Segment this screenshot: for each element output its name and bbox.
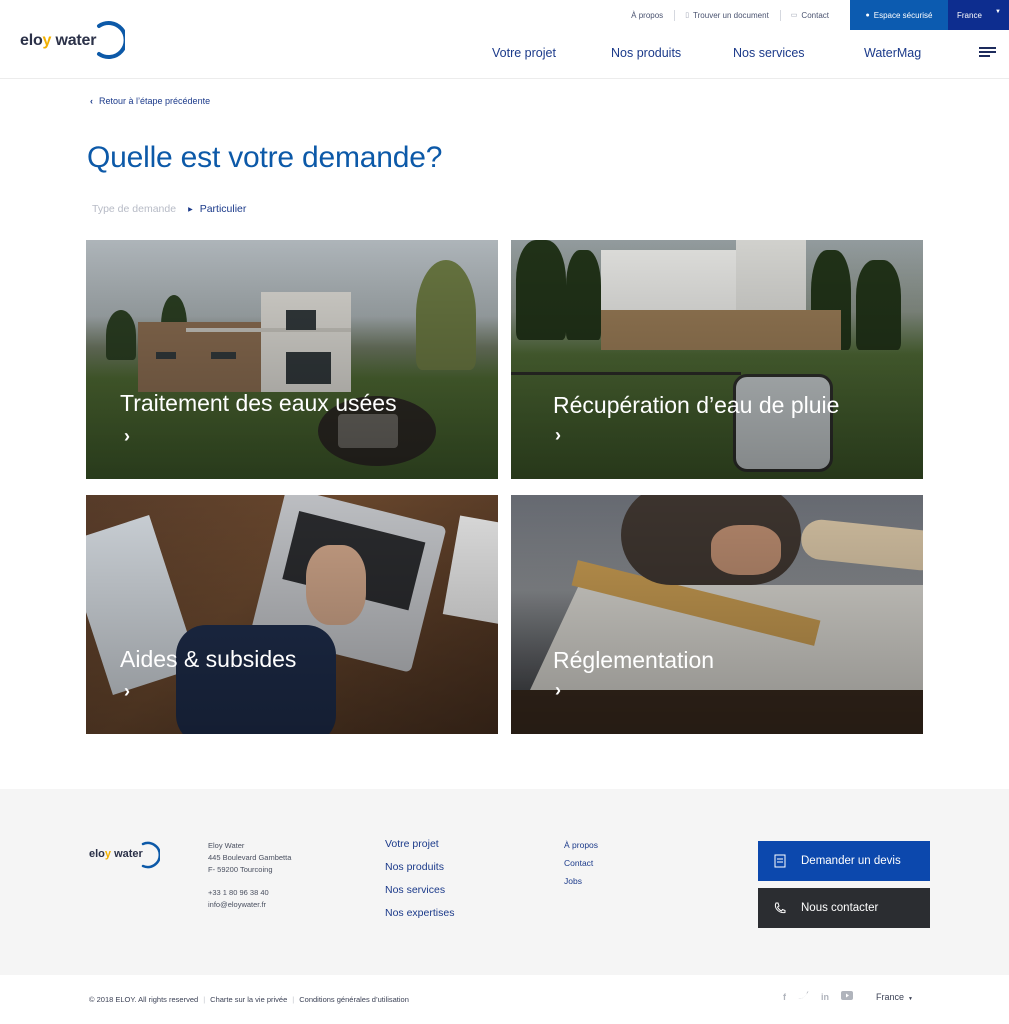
- nav-votre-projet[interactable]: Votre projet: [492, 46, 556, 60]
- site-footer: [0, 789, 1009, 975]
- back-link[interactable]: ‹ Retour à l’étape précédente: [90, 96, 210, 106]
- footer-logo[interactable]: eloy water: [89, 840, 160, 870]
- footer-link-nos-services[interactable]: Nos services: [385, 884, 454, 896]
- secure-space-button[interactable]: ● Espace sécurisé: [850, 0, 948, 30]
- tile-label: Récupération d’eau de pluie: [553, 392, 840, 418]
- chevron-left-icon: ‹: [90, 96, 93, 106]
- topbar-contact-link[interactable]: ▭ Contact: [779, 0, 840, 30]
- chevron-right-icon: ›: [555, 680, 561, 700]
- footer-link-jobs[interactable]: Jobs: [564, 876, 598, 886]
- hamburger-icon[interactable]: [979, 47, 996, 58]
- footer-link-a-propos[interactable]: À propos: [564, 840, 598, 850]
- mail-icon: ▭: [790, 12, 798, 19]
- phone-icon: [758, 901, 801, 915]
- quote-form-icon: [758, 854, 801, 868]
- address-street: 445 Boulevard Gambetta: [208, 853, 292, 862]
- contact-us-label: Nous contacter: [801, 902, 879, 914]
- footer-link-nos-expertises[interactable]: Nos expertises: [385, 907, 454, 919]
- footer-link-contact[interactable]: Contact: [564, 858, 598, 868]
- tile-regulation[interactable]: Réglementation ›: [511, 495, 923, 734]
- facebook-icon[interactable]: f: [783, 992, 786, 1002]
- logo-wordmark: eloy water: [89, 848, 143, 860]
- chevron-right-icon: ›: [555, 425, 561, 445]
- phone-number[interactable]: +33 1 80 96 38 40: [208, 887, 291, 899]
- caret-down-icon: ▼: [995, 9, 1001, 15]
- tile-grants-subsidies[interactable]: Aides & subsides ›: [86, 495, 498, 734]
- legal-links: © 2018 ELOY. All rights reserved | Chart…: [89, 995, 409, 1004]
- topbar-find-document-link[interactable]: ▯ Trouver un document: [674, 0, 780, 30]
- linkedin-icon[interactable]: in: [821, 992, 829, 1002]
- main-navigation: Votre projet Nos produits Nos services W…: [0, 46, 1009, 62]
- tile-wastewater-treatment[interactable]: Traitement des eaux usées ›: [86, 240, 498, 479]
- contact-us-button[interactable]: Nous contacter: [758, 888, 930, 928]
- address-city: F- 59200 Tourcoing: [208, 865, 273, 874]
- logo-ring-icon: [141, 841, 160, 869]
- company-name: Eloy Water: [208, 841, 245, 850]
- tile-label: Traitement des eaux usées: [120, 390, 397, 416]
- footer-address: Eloy Water 445 Boulevard Gambetta F- 592…: [208, 840, 291, 911]
- privacy-link[interactable]: Charte sur la vie privée: [210, 995, 287, 1004]
- chevron-right-icon: ›: [124, 681, 130, 701]
- twitter-icon[interactable]: [798, 991, 809, 1002]
- tile-label: Aides & subsides: [120, 646, 297, 672]
- nav-nos-produits[interactable]: Nos produits: [611, 46, 681, 60]
- tile-rainwater-recovery[interactable]: Récupération d’eau de pluie ›: [511, 240, 923, 479]
- chevron-right-icon: ›: [124, 426, 130, 446]
- breadcrumb-step-particulier: Particulier: [199, 203, 247, 215]
- nav-nos-services[interactable]: Nos services: [733, 46, 805, 60]
- page-title: Quelle est votre demande?: [87, 141, 443, 174]
- youtube-icon[interactable]: [841, 991, 853, 1002]
- nav-watermag[interactable]: WaterMag: [864, 46, 921, 60]
- social-links: f in: [783, 991, 853, 1002]
- footer-link-nos-produits[interactable]: Nos produits: [385, 861, 454, 873]
- language-selector[interactable]: France ▼: [948, 0, 1009, 30]
- footer-language-selector[interactable]: France ▼: [876, 992, 913, 1002]
- footer-links-col2: À propos Contact Jobs: [564, 840, 598, 886]
- copyright-text: © 2018 ELOY. All rights reserved: [89, 995, 199, 1004]
- user-icon: ●: [865, 11, 870, 19]
- terms-link[interactable]: Conditions générales d’utilisation: [299, 995, 409, 1004]
- footer-link-votre-projet[interactable]: Votre projet: [385, 838, 454, 850]
- caret-right-icon: ▶: [188, 206, 193, 213]
- request-quote-button[interactable]: Demander un devis: [758, 841, 930, 881]
- document-icon: ▯: [685, 12, 690, 19]
- caret-down-icon: ▼: [908, 996, 913, 1002]
- back-link-label: Retour à l’étape précédente: [99, 96, 211, 106]
- breadcrumb-step-type[interactable]: Type de demande: [92, 203, 176, 215]
- tile-label: Réglementation: [553, 647, 715, 673]
- breadcrumb: Type de demande ▶ Particulier: [92, 203, 246, 215]
- site-header: eloy water À propos ▯ Trouver un document…: [0, 0, 1009, 79]
- email-address[interactable]: info@eloywater.fr: [208, 899, 291, 911]
- footer-links-col1: Votre projet Nos produits Nos services N…: [385, 838, 454, 919]
- top-utility-bar: À propos ▯ Trouver un document ▭ Contact ●…: [620, 0, 1009, 30]
- request-quote-label: Demander un devis: [801, 855, 901, 867]
- topbar-about-link[interactable]: À propos: [620, 0, 674, 30]
